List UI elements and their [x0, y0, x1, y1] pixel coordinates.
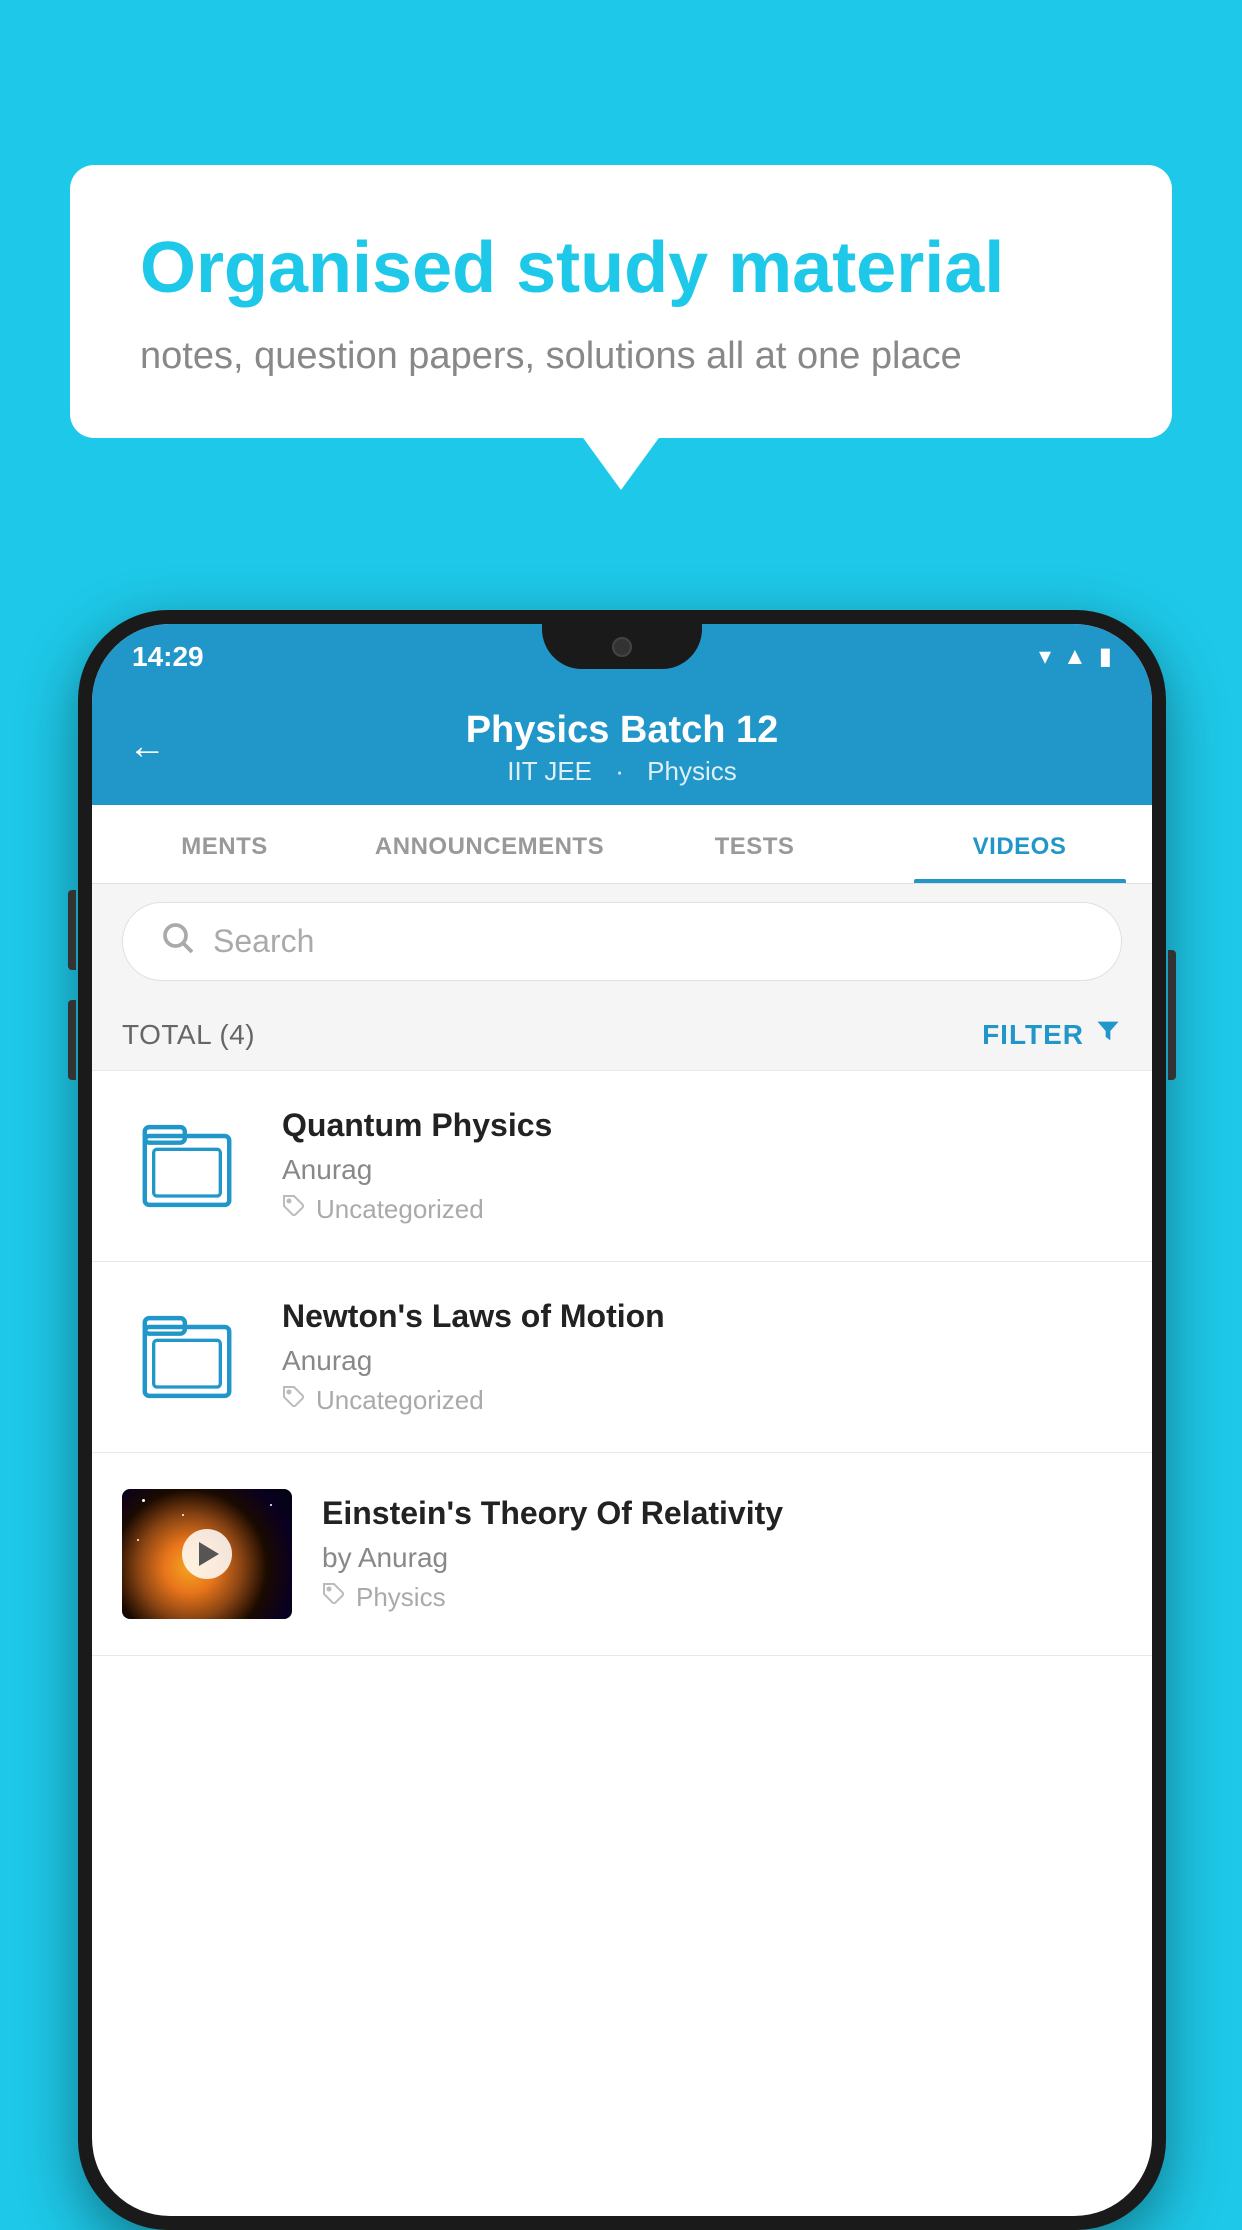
- filter-button[interactable]: FILTER: [982, 1017, 1122, 1052]
- tag-icon: [322, 1582, 346, 1613]
- author-name: Anurag: [358, 1542, 448, 1573]
- header-subtitle-part2: Physics: [647, 756, 737, 786]
- filter-bar: TOTAL (4) FILTER: [92, 999, 1152, 1071]
- video-tag: Physics: [322, 1582, 1122, 1613]
- search-bar-container: Search: [92, 884, 1152, 999]
- notch: [542, 624, 702, 669]
- signal-icon: ▲: [1063, 643, 1087, 671]
- header-subtitle: IIT JEE · Physics: [499, 756, 744, 787]
- video-title: Quantum Physics: [282, 1107, 1122, 1144]
- front-camera: [612, 637, 632, 657]
- back-button[interactable]: ←: [128, 726, 166, 769]
- tabs-bar: MENTS ANNOUNCEMENTS TESTS VIDEOS: [92, 805, 1152, 884]
- header-title: Physics Batch 12: [466, 709, 779, 752]
- phone-power-button: [1168, 950, 1176, 1080]
- list-item[interactable]: Newton's Laws of Motion Anurag Uncategor…: [92, 1262, 1152, 1453]
- list-item[interactable]: Einstein's Theory Of Relativity by Anura…: [92, 1453, 1152, 1656]
- video-info: Newton's Laws of Motion Anurag Uncategor…: [282, 1298, 1122, 1416]
- author-prefix: by: [322, 1542, 352, 1573]
- tag-text: Physics: [356, 1582, 446, 1613]
- video-title: Einstein's Theory Of Relativity: [322, 1495, 1122, 1532]
- video-thumbnail: [122, 1489, 292, 1619]
- tag-icon: [282, 1194, 306, 1225]
- total-count: TOTAL (4): [122, 1019, 255, 1051]
- wifi-icon: ▾: [1039, 642, 1051, 671]
- header-subtitle-separator: ·: [615, 756, 631, 786]
- filter-icon: [1094, 1017, 1122, 1052]
- tag-icon: [282, 1385, 306, 1416]
- phone-frame: 14:29 ▾ ▲ ▮ ← Physics Batch 12 IIT JEE ·…: [78, 610, 1166, 2230]
- video-author: Anurag: [282, 1345, 1122, 1377]
- phone-vol-down-button: [68, 1000, 76, 1080]
- video-list: Quantum Physics Anurag Uncategorized: [92, 1071, 1152, 1656]
- tag-text: Uncategorized: [316, 1385, 484, 1416]
- video-info: Quantum Physics Anurag Uncategorized: [282, 1107, 1122, 1225]
- play-button[interactable]: [182, 1529, 232, 1579]
- file-icon-container: [122, 1116, 252, 1216]
- filter-label: FILTER: [982, 1019, 1084, 1051]
- status-time: 14:29: [132, 641, 204, 673]
- play-triangle-icon: [199, 1542, 219, 1566]
- bubble-subtitle: notes, question papers, solutions all at…: [140, 335, 1102, 378]
- search-icon: [159, 919, 195, 964]
- app-header: ← Physics Batch 12 IIT JEE · Physics: [92, 689, 1152, 805]
- status-bar: 14:29 ▾ ▲ ▮: [92, 624, 1152, 689]
- phone-vol-up-button: [68, 890, 76, 970]
- video-info: Einstein's Theory Of Relativity by Anura…: [322, 1495, 1122, 1613]
- search-placeholder-text: Search: [213, 923, 314, 960]
- list-item[interactable]: Quantum Physics Anurag Uncategorized: [92, 1071, 1152, 1262]
- bubble-title: Organised study material: [140, 225, 1102, 311]
- header-subtitle-part1: IIT JEE: [507, 756, 592, 786]
- video-author: Anurag: [282, 1154, 1122, 1186]
- folder-icon: [142, 1307, 232, 1407]
- tab-videos[interactable]: VIDEOS: [887, 805, 1152, 883]
- battery-icon: ▮: [1099, 642, 1112, 671]
- folder-icon: [142, 1116, 232, 1216]
- tab-ments[interactable]: MENTS: [92, 805, 357, 883]
- video-tag: Uncategorized: [282, 1194, 1122, 1225]
- search-bar[interactable]: Search: [122, 902, 1122, 981]
- speech-bubble-container: Organised study material notes, question…: [70, 165, 1172, 438]
- status-icons: ▾ ▲ ▮: [1039, 642, 1112, 671]
- tab-announcements[interactable]: ANNOUNCEMENTS: [357, 805, 622, 883]
- speech-bubble: Organised study material notes, question…: [70, 165, 1172, 438]
- video-tag: Uncategorized: [282, 1385, 1122, 1416]
- tag-text: Uncategorized: [316, 1194, 484, 1225]
- phone-screen: 14:29 ▾ ▲ ▮ ← Physics Batch 12 IIT JEE ·…: [92, 624, 1152, 2216]
- tab-tests[interactable]: TESTS: [622, 805, 887, 883]
- file-icon-container: [122, 1307, 252, 1407]
- video-author: by Anurag: [322, 1542, 1122, 1574]
- video-title: Newton's Laws of Motion: [282, 1298, 1122, 1335]
